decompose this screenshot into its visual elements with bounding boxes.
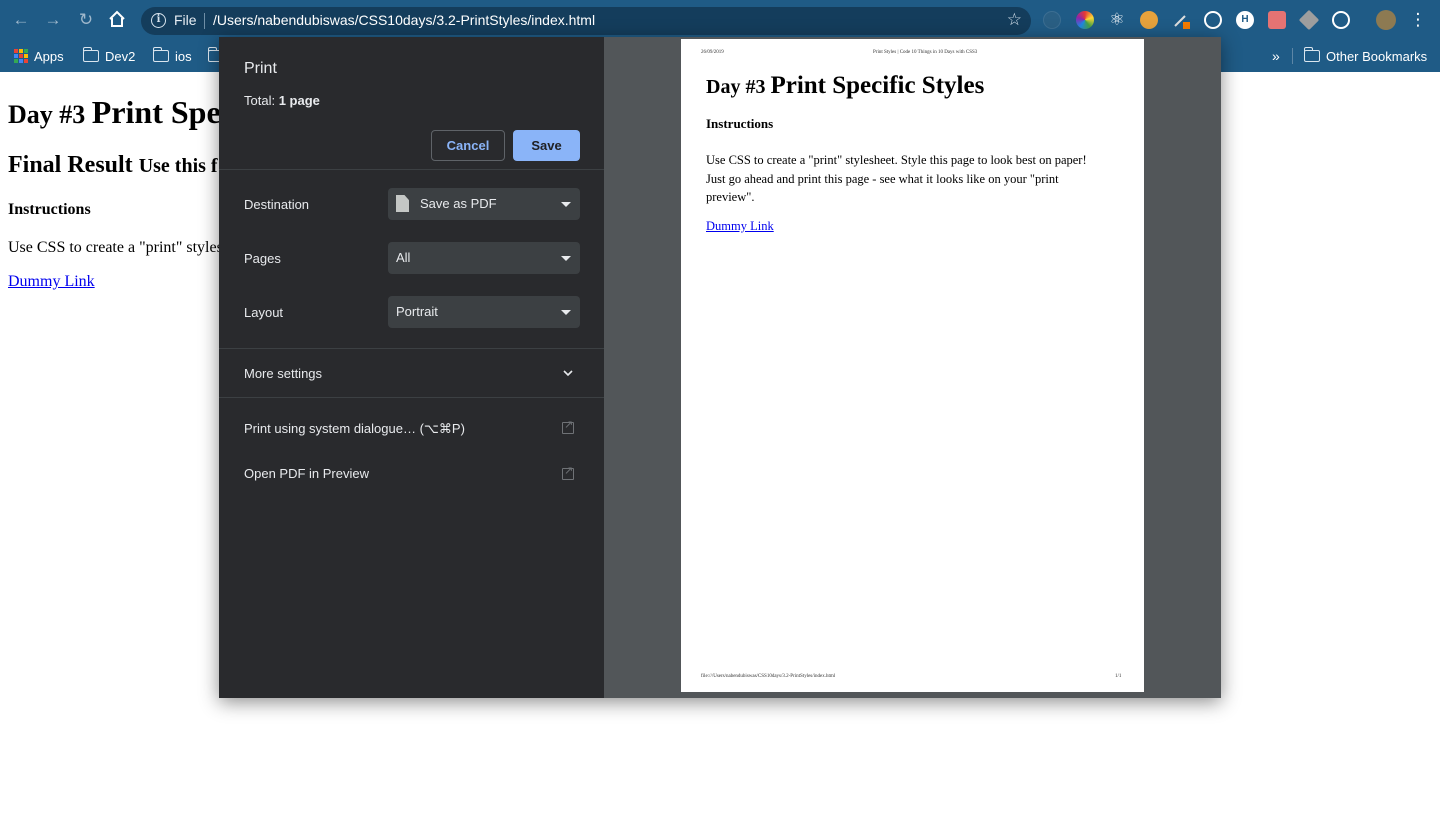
- page-subheading-main: Final Result: [8, 152, 139, 178]
- preview-page: 26/09/2019 Print Styles | Code 10 Things…: [681, 39, 1144, 692]
- folder-icon: [152, 47, 169, 62]
- page-subheading-small: Use this f: [138, 155, 218, 177]
- preview-header-title: Print Styles | Code 10 Things in 10 Days…: [873, 50, 978, 55]
- print-total-label: Total:: [244, 93, 279, 108]
- preview-heading: Day #3 Print Specific Styles: [706, 72, 984, 100]
- dropdown-caret-icon: [561, 256, 571, 261]
- bookmark-label: Apps: [34, 48, 64, 64]
- preview-header-date: 26/09/2019: [701, 50, 724, 55]
- pages-select[interactable]: All: [388, 242, 580, 274]
- bookmark-star-icon[interactable]: ☆: [1007, 10, 1022, 30]
- page-instructions-heading: Instructions: [8, 201, 91, 218]
- page-heading: Day #3 Print Spe: [8, 94, 221, 131]
- address-scheme: File: [174, 12, 197, 28]
- dropdown-caret-icon: [561, 310, 571, 315]
- print-total: Total: 1 page: [244, 93, 320, 108]
- avatar[interactable]: [1376, 10, 1396, 30]
- page-subheading: Final Result Use this f: [8, 152, 218, 179]
- browser-toolbar: ← → ↻ i File /Users/nabendubiswas/CSS10d…: [0, 0, 1440, 40]
- print-settings-panel: Print Total: 1 page Cancel Save Destinat…: [219, 37, 604, 698]
- print-dialog: Print Total: 1 page Cancel Save Destinat…: [219, 37, 1221, 698]
- preview-footer-page: 1/1: [1115, 674, 1122, 679]
- destination-label: Destination: [244, 197, 310, 212]
- destination-select[interactable]: Save as PDF: [388, 188, 580, 220]
- cookie-icon[interactable]: [1140, 11, 1158, 29]
- h-extension-icon[interactable]: H: [1236, 11, 1254, 29]
- folder-icon: [1303, 47, 1320, 62]
- chevron-down-icon[interactable]: [562, 367, 574, 379]
- divider: [219, 397, 604, 398]
- external-link-icon[interactable]: [562, 464, 574, 480]
- more-settings-toggle[interactable]: More settings: [244, 366, 322, 381]
- extension-icon[interactable]: [1043, 11, 1061, 29]
- layout-label: Layout: [244, 305, 284, 320]
- cancel-button[interactable]: Cancel: [431, 130, 505, 161]
- layout-select[interactable]: Portrait: [388, 296, 580, 328]
- bookmark-label: Other Bookmarks: [1326, 48, 1428, 64]
- info-icon[interactable]: i: [151, 13, 166, 28]
- destination-value: Save as PDF: [420, 196, 497, 211]
- bookmark-dev2[interactable]: Dev2: [82, 45, 136, 67]
- preview-heading-main: Print Specific Styles: [770, 72, 985, 99]
- color-picker-icon[interactable]: [1076, 11, 1094, 29]
- bookmark-apps[interactable]: Apps: [14, 45, 64, 67]
- address-url[interactable]: /Users/nabendubiswas/CSS10days/3.2-Print…: [213, 12, 595, 28]
- bookmark-label: ios: [175, 48, 192, 64]
- page-heading-main: Print Spe: [91, 94, 221, 130]
- divider: [219, 169, 604, 170]
- preview-dummy-link: Dummy Link: [706, 219, 774, 233]
- back-icon[interactable]: ←: [11, 10, 31, 30]
- bookmarks-divider: [1292, 48, 1293, 64]
- print-title: Print: [244, 60, 277, 77]
- forward-icon[interactable]: →: [43, 10, 63, 30]
- pages-label: Pages: [244, 251, 281, 266]
- system-dialog-link[interactable]: Print using system dialogue… (⌥⌘P): [244, 421, 465, 437]
- menu-icon[interactable]: ⋮: [1408, 10, 1428, 30]
- folder-icon: [82, 47, 99, 62]
- page-dummy-link[interactable]: Dummy Link: [8, 273, 95, 291]
- bookmark-label: Dev2: [105, 48, 136, 64]
- pen-icon[interactable]: [1172, 11, 1190, 29]
- page-paragraph: Use CSS to create a "print" styles: [8, 239, 223, 256]
- divider: [219, 348, 604, 349]
- print-total-value: 1 page: [278, 93, 320, 108]
- preview-paragraph: Use CSS to create a "print" stylesheet. …: [706, 153, 1087, 204]
- bookmark-other[interactable]: Other Bookmarks: [1303, 45, 1428, 67]
- bookmark-ios[interactable]: ios: [152, 45, 192, 67]
- external-link-icon[interactable]: [562, 418, 574, 434]
- open-pdf-preview-link[interactable]: Open PDF in Preview: [244, 466, 369, 481]
- apps-grid-icon: [14, 49, 28, 63]
- pages-value: All: [396, 250, 411, 265]
- diamond-icon[interactable]: [1298, 9, 1320, 31]
- reload-icon[interactable]: ↻: [76, 10, 96, 30]
- bookmarks-overflow[interactable]: »: [1272, 45, 1280, 67]
- record-icon[interactable]: [1268, 11, 1286, 29]
- preview-instructions-heading: Instructions: [706, 116, 774, 131]
- save-button[interactable]: Save: [513, 130, 580, 161]
- circle-extension-icon[interactable]: [1332, 11, 1350, 29]
- page-heading-prefix: Day #3: [8, 100, 92, 129]
- dropdown-caret-icon: [561, 202, 571, 207]
- document-icon: [396, 195, 409, 212]
- home-icon[interactable]: [107, 10, 127, 30]
- address-divider: [204, 13, 205, 29]
- preview-footer-path: file:///Users/nabendubiswas/CSS10days/3.…: [701, 674, 836, 679]
- layout-value: Portrait: [396, 304, 438, 319]
- react-devtools-icon[interactable]: ⚛: [1108, 11, 1126, 29]
- target-icon[interactable]: [1204, 11, 1222, 29]
- address-bar[interactable]: i File /Users/nabendubiswas/CSS10days/3.…: [141, 7, 1031, 35]
- preview-heading-prefix: Day #3: [706, 76, 771, 98]
